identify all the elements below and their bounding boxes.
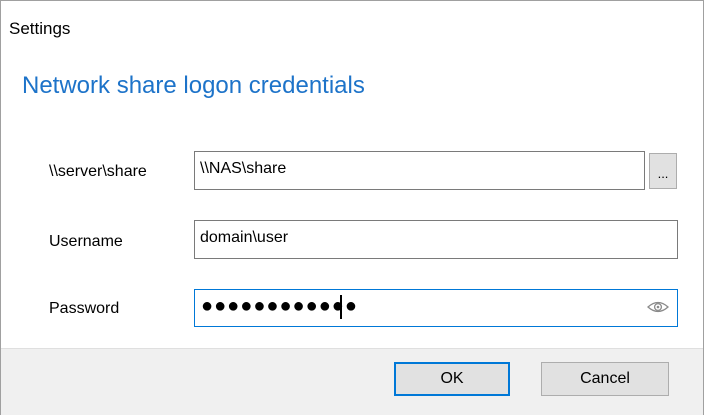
password-masked-value: ●●●●●●●●●●●● [201,295,358,317]
username-label: Username [49,233,123,250]
browse-button[interactable]: ... [649,153,677,189]
username-input[interactable]: domain\user [194,220,678,259]
username-value: domain\user [200,229,289,246]
ok-button[interactable]: OK [394,362,510,396]
text-caret [340,295,342,319]
password-label: Password [49,300,120,317]
share-label: \\server\share [49,163,147,180]
share-path-input[interactable]: \\NAS\share [194,151,645,190]
eye-icon[interactable] [647,299,669,320]
password-input[interactable]: ●●●●●●●●●●●● [194,289,678,327]
share-path-value: \\NAS\share [200,160,287,177]
window-title: Settings [9,19,71,38]
cancel-button[interactable]: Cancel [541,362,669,396]
dialog-heading: Network share logon credentials [22,72,365,99]
